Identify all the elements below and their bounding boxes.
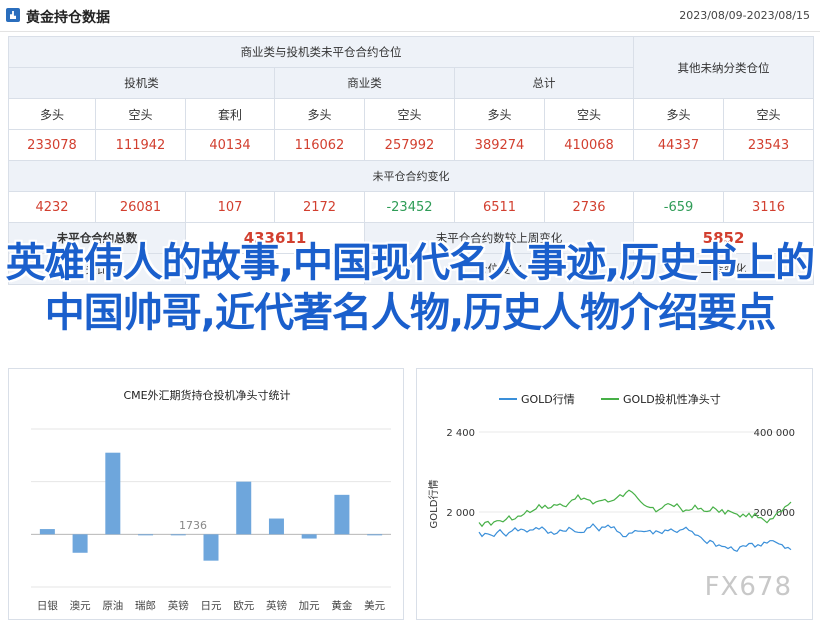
header: 黄金持仓数据 2023/08/09-2023/08/15 [0, 0, 820, 32]
bar [203, 534, 219, 561]
y-axis-label: GOLD行情 [427, 480, 440, 529]
overlay-caption: 英雄伟人的故事,中国现代名人事迹,历史书上的中国帅哥,近代著名人物,历史人物介绍… [5, 240, 815, 336]
bar [72, 534, 88, 553]
column-label: 多头 [274, 98, 365, 130]
column-label: 多头 [454, 98, 545, 130]
right-tick-label: 400 000 [754, 428, 795, 439]
legend-label: GOLD投机性净头寸 [623, 392, 721, 406]
bar [236, 481, 252, 535]
watermark: FX678 [704, 572, 792, 602]
date-range: 2023/08/09-2023/08/15 [679, 9, 810, 22]
bar-category-label: 英镑 [266, 599, 287, 612]
bar-category-label: 瑞郎 [135, 599, 156, 612]
sub-header-total: 总计 [453, 67, 635, 99]
sub-header-speculative: 投机类 [8, 67, 275, 99]
bar [301, 534, 317, 539]
position-value: 116062 [274, 129, 365, 161]
left-tick-label: 2 400 [446, 428, 475, 439]
bar [268, 518, 284, 535]
bar-category-label: 欧元 [233, 600, 254, 612]
change-value: 26081 [95, 191, 186, 223]
change-value: 4232 [8, 191, 96, 223]
bar-category-label: 加元 [299, 600, 320, 612]
column-label: 空头 [95, 98, 186, 130]
bar [39, 529, 55, 535]
bar-category-label: 黄金 [331, 599, 352, 612]
series-line-gold [478, 523, 792, 553]
bar [367, 534, 383, 536]
bar-category-label: 澳元 [70, 599, 91, 612]
position-value: 257992 [364, 129, 455, 161]
bar-category-label: 美元 [364, 599, 385, 612]
position-value: 233078 [8, 129, 96, 161]
bar-chart-title: CME外汇期货持仓投机净头寸统计 [123, 388, 290, 402]
position-value: 410068 [543, 129, 635, 161]
column-label: 多头 [8, 98, 96, 130]
bar [105, 452, 121, 535]
bar-category-label: 日银 [37, 599, 58, 612]
sub-header-commercial: 商业类 [274, 67, 455, 99]
page-title: 黄金持仓数据 [26, 10, 110, 26]
series-line-position [478, 489, 792, 528]
position-value: 40134 [185, 129, 275, 161]
bar-category-label: 英镑 [168, 599, 189, 612]
change-value: 107 [185, 191, 275, 223]
column-label: 空头 [364, 98, 455, 130]
bar-category-label: 原油 [102, 599, 123, 612]
change-value: 2736 [543, 191, 635, 223]
column-label: 多头 [633, 98, 725, 130]
column-label: 空头 [723, 98, 815, 130]
bar-chart-panel: CME外汇期货持仓投机净头寸统计 日银 澳元 原油 瑞郎 英镑 日元 欧元 英镑 加元 黄金 美元 17… [8, 368, 404, 620]
change-section-title: 未平仓合约变化 [7, 160, 815, 192]
change-value: -23452 [364, 191, 455, 223]
legend-label: GOLD行情 [521, 393, 575, 406]
change-value: 3116 [723, 191, 815, 223]
position-value: 111942 [95, 129, 186, 161]
position-value: 23543 [723, 129, 815, 161]
position-value: 44337 [633, 129, 725, 161]
bar-category-label: 日元 [201, 600, 222, 612]
position-value: 389274 [454, 129, 545, 161]
bar-axis-fragment: 1736 [179, 519, 207, 532]
chart-logo-icon [6, 8, 20, 22]
group-header-commercial-speculative: 商业类与投机类未平仓合约仓位 [7, 36, 635, 68]
change-value: 6511 [454, 191, 545, 223]
change-value: -659 [633, 191, 725, 223]
bar [138, 534, 154, 536]
bar-chart: CME外汇期货持仓投机净头寸统计日银 澳元 原油 瑞郎 英镑 日元 欧元 英镑 加元 黄金 美元17… [31, 388, 391, 612]
column-label: 空头 [543, 98, 635, 130]
bar [334, 494, 350, 535]
column-label: 套利 [185, 98, 275, 130]
left-tick-label: 2 000 [446, 508, 475, 519]
group-header-other: 其他未纳分类仓位 [633, 36, 815, 99]
bar [170, 534, 186, 536]
change-value: 2172 [274, 191, 365, 223]
